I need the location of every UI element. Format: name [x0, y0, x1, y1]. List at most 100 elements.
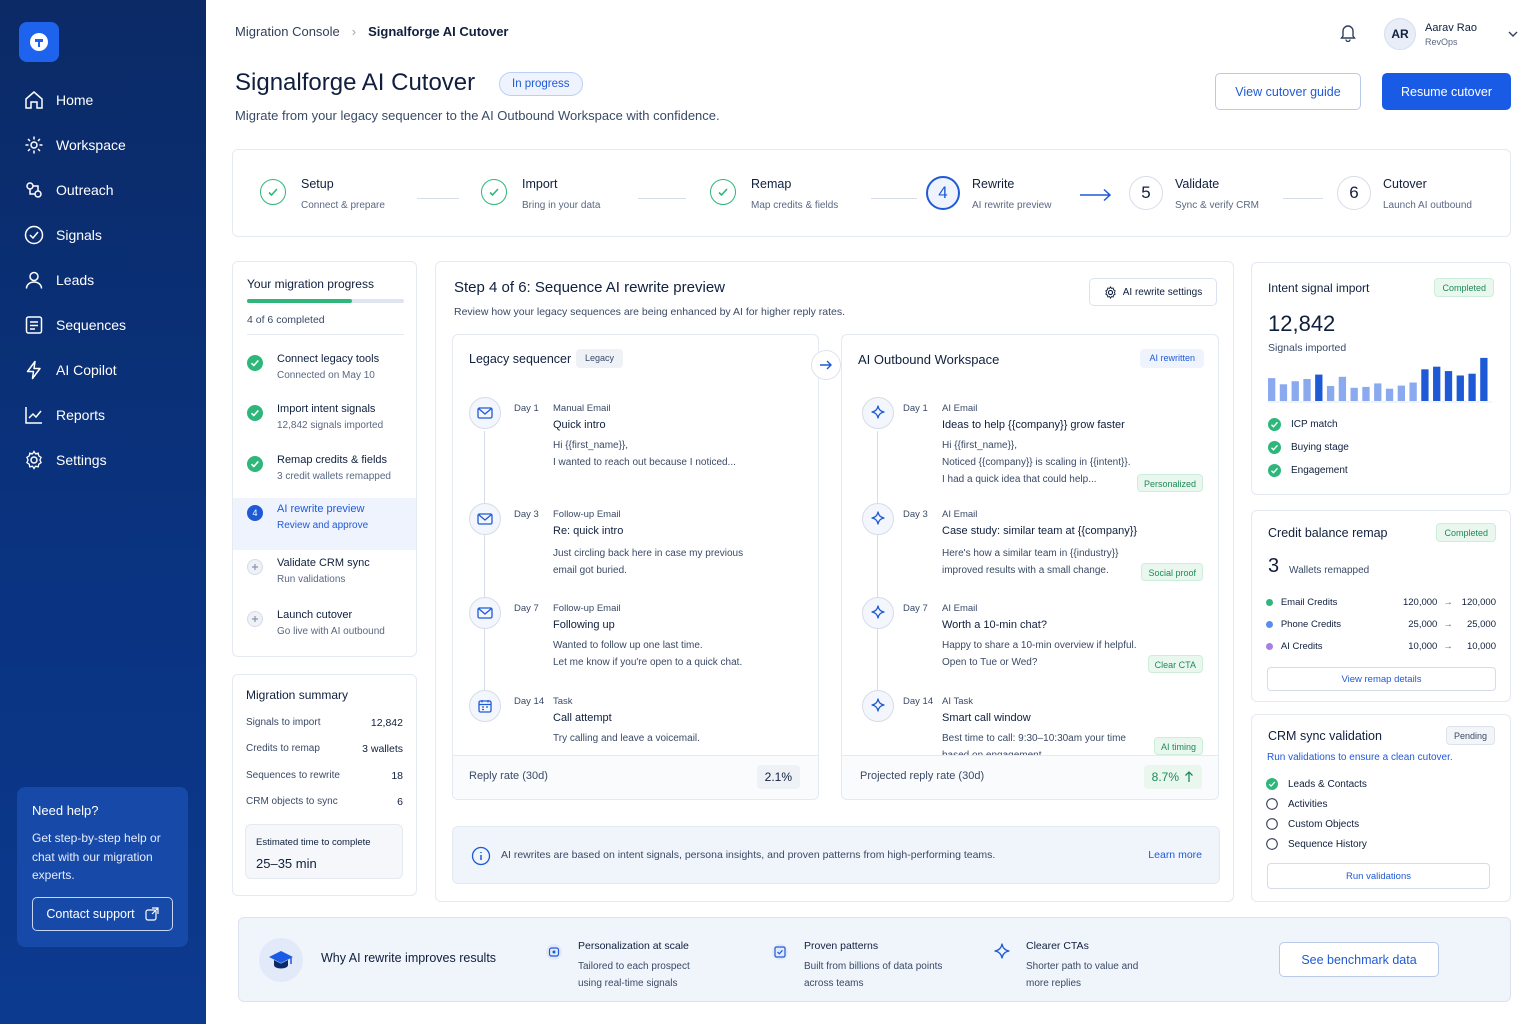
breadcrumb-link[interactable]: Migration Console	[235, 24, 340, 39]
run-validations-button[interactable]: Run validations	[1267, 863, 1490, 889]
resume-cutover-button[interactable]: Resume cutover	[1382, 73, 1511, 110]
ai-rewrite-settings-button[interactable]: AI rewrite settings	[1089, 278, 1217, 306]
step-connector	[417, 198, 459, 199]
task-remap-credits[interactable]: Remap credits & fields 3 credit wallets …	[233, 449, 416, 501]
reply-rate-footer: Reply rate (30d) 2.1%	[453, 755, 818, 799]
arrow-right-icon: →	[1443, 597, 1453, 608]
reply-rate-value: 8.7%	[1151, 770, 1179, 784]
validation-item[interactable]: Activities	[1266, 798, 1327, 810]
step-rewrite[interactable]: 4 Rewrite AI rewrite preview	[926, 176, 1052, 211]
timeline-line	[484, 431, 485, 721]
task-ai-rewrite-preview[interactable]: 4 AI rewrite preview Review and approve	[233, 498, 416, 550]
check-circle-icon	[247, 405, 263, 421]
wallet-to: 25,000	[1466, 619, 1496, 630]
progress-bar-fill	[247, 299, 352, 303]
sparkle-icon	[862, 597, 894, 629]
check-item: Buying stage	[1268, 441, 1349, 454]
validation-item[interactable]: Sequence History	[1266, 838, 1367, 850]
task-sub: Go live with AI outbound	[277, 626, 385, 637]
user-menu[interactable]: AR Aarav Rao RevOps	[1384, 18, 1519, 50]
task-import-intent-signals[interactable]: Import intent signals 12,842 signals imp…	[233, 398, 416, 450]
step-import[interactable]: Import Bring in your data	[481, 177, 600, 211]
check-icon	[260, 179, 286, 205]
signals-bar-chart	[1268, 357, 1492, 403]
reply-rate-badge: 8.7%	[1143, 765, 1202, 789]
task-title: Import intent signals	[277, 403, 376, 415]
signal-bar	[1421, 369, 1429, 401]
check-circle-icon	[247, 456, 263, 472]
view-remap-details-button[interactable]: View remap details	[1267, 667, 1496, 691]
task-title: Remap credits & fields	[277, 454, 388, 466]
sidebar-item-reports[interactable]: Reports	[0, 392, 206, 437]
step-remap[interactable]: Remap Map credits & fields	[710, 177, 838, 211]
wallet-color-dot	[1266, 599, 1273, 606]
sidebar-item-leads[interactable]: Leads	[0, 257, 206, 302]
check-icon	[481, 179, 507, 205]
settings-button-label: AI rewrite settings	[1122, 286, 1203, 298]
step-number-badge: 4	[247, 505, 263, 521]
section-subtitle: Review how your legacy sequences are bei…	[454, 306, 846, 318]
task-connect-legacy-tools[interactable]: Connect legacy tools Connected on May 10	[233, 348, 416, 400]
signal-bar	[1456, 375, 1464, 401]
sidebar-item-settings[interactable]: Settings	[0, 437, 206, 482]
sidebar-item-home[interactable]: Home	[0, 77, 206, 122]
user-info: Aarav Rao RevOps	[1425, 22, 1477, 47]
wallets-count: 3	[1268, 555, 1280, 577]
task-sub: 3 credit wallets remapped	[277, 471, 391, 482]
ai-timing-tag: AI timing	[1153, 737, 1203, 755]
document-icon	[25, 315, 43, 334]
personalization-icon	[546, 944, 562, 960]
step-body: Try calling and leave a voicemail.	[553, 733, 700, 744]
step-sub: Bring in your data	[522, 200, 601, 211]
sidebar-item-ai-copilot[interactable]: AI Copilot	[0, 347, 206, 392]
plus-circle-icon	[247, 611, 263, 627]
legacy-tag: Legacy	[576, 349, 624, 368]
app-logo[interactable]	[19, 22, 59, 62]
step-body: Just circling back here in case my previ…	[553, 548, 744, 576]
validation-item[interactable]: Custom Objects	[1266, 818, 1359, 830]
sidebar-item-sequences[interactable]: Sequences	[0, 302, 206, 347]
main-content: Migration Console › Signalforge AI Cutov…	[206, 0, 1536, 1024]
gear-icon	[25, 136, 43, 153]
step-cutover[interactable]: 6 Cutover Launch AI outbound	[1337, 176, 1472, 211]
validation-item[interactable]: Leads & Contacts	[1266, 778, 1367, 790]
sidebar-nav: Home Workspace Outreach Signals Leads Se…	[0, 77, 206, 482]
intent-signal-import-card: Intent signal import Completed 12,842 Si…	[1251, 262, 1511, 495]
page-title: Signalforge AI Cutover	[235, 69, 476, 96]
wallet-name: Email Credits	[1280, 597, 1338, 608]
task-sub: Run validations	[277, 574, 346, 585]
signal-bar	[1362, 386, 1370, 401]
chart-icon	[25, 406, 42, 424]
step-sub: AI rewrite preview	[972, 200, 1052, 211]
bell-icon[interactable]	[1338, 22, 1358, 42]
task-launch-cutover[interactable]: Launch cutover Go live with AI outbound	[233, 604, 416, 656]
learn-more-link[interactable]: Learn more	[1148, 849, 1202, 861]
task-validate-crm-sync[interactable]: Validate CRM sync Run validations	[233, 552, 416, 604]
step-sub: Sync & verify CRM	[1175, 200, 1259, 211]
view-cutover-guide-button[interactable]: View cutover guide	[1215, 73, 1361, 110]
sidebar-item-label: Signals	[56, 226, 102, 243]
sidebar-item-label: Home	[56, 91, 94, 108]
card-title: CRM sync validation	[1268, 729, 1382, 743]
validation-label: Activities	[1288, 798, 1328, 810]
see-benchmark-data-button[interactable]: See benchmark data	[1279, 942, 1439, 977]
step-setup[interactable]: Setup Connect & prepare	[260, 177, 385, 211]
benefit-sub: Built from billions of data points acros…	[804, 961, 943, 989]
home-icon	[25, 90, 43, 109]
sidebar-item-workspace[interactable]: Workspace	[0, 122, 206, 167]
reply-rate-label: Projected reply rate (30d)	[860, 770, 985, 782]
sidebar: Home Workspace Outreach Signals Leads Se…	[0, 0, 206, 1024]
contact-support-button[interactable]: Contact support	[32, 897, 173, 931]
personalized-tag: Personalized	[1136, 474, 1203, 492]
summary-label: CRM objects to sync	[246, 796, 338, 807]
breadcrumb: Migration Console › Signalforge AI Cutov…	[235, 24, 509, 39]
arrow-right-icon: →	[1443, 619, 1453, 630]
step-validate[interactable]: 5 Validate Sync & verify CRM	[1129, 176, 1259, 211]
sparkle-icon	[994, 943, 1010, 959]
sidebar-item-label: Sequences	[56, 316, 127, 333]
card-title: Intent signal import	[1268, 281, 1370, 295]
column-title: AI Outbound Workspace	[858, 352, 1000, 367]
summary-label: Credits to remap	[246, 743, 320, 754]
sidebar-item-outreach[interactable]: Outreach	[0, 167, 206, 212]
sidebar-item-signals[interactable]: Signals	[0, 212, 206, 257]
